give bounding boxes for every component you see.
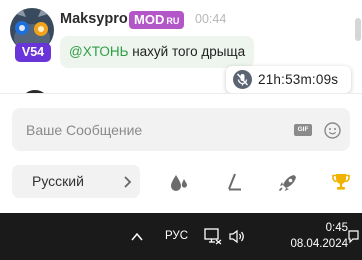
message-bubble: @ХТОНЬ нахуй того дрыща [60, 36, 255, 68]
chevron-up-icon[interactable] [130, 230, 144, 244]
language-select-label: Русский [32, 173, 84, 189]
mention-link[interactable]: @ХТОНЬ [69, 44, 128, 59]
volume-icon[interactable] [229, 229, 245, 244]
mute-timer: 21h:53m:09s [258, 72, 339, 87]
chat-scrollbar[interactable] [355, 18, 361, 41]
slash-icon[interactable] [222, 170, 246, 194]
network-icon[interactable] [204, 228, 222, 245]
rocket-icon[interactable] [276, 170, 300, 194]
mute-timer-pill: 21h:53m:09s [226, 66, 351, 93]
mod-badge-label: MOD [134, 12, 165, 27]
username[interactable]: Maksypro [60, 11, 128, 27]
screen: V54 Maksypro MOD RU 00:44 @ХТОНЬ нахуй то… [0, 0, 362, 260]
clock-time[interactable]: 0:45 [326, 222, 348, 234]
mod-badge: MOD RU [129, 11, 185, 29]
gif-button[interactable]: GIF [294, 124, 312, 136]
trophy-icon[interactable] [329, 170, 353, 194]
language-select[interactable]: Русский [12, 165, 140, 198]
taskbar: РУС 0:45 08.04.2024 [0, 213, 362, 260]
message-time: 00:44 [195, 12, 227, 26]
mic-off-icon [233, 70, 252, 89]
drops-icon[interactable] [167, 170, 191, 194]
mod-region-label: RU [166, 16, 180, 26]
input-panel: GIF Русский [0, 93, 362, 213]
notification-icon[interactable] [347, 230, 360, 244]
emoji-icon[interactable] [324, 122, 341, 139]
input-language-indicator[interactable]: РУС [165, 213, 188, 260]
clock-date[interactable]: 08.04.2024 [290, 238, 348, 250]
level-badge: V54 [15, 43, 51, 62]
message-text: нахуй того дрыща [128, 44, 246, 59]
chevron-right-icon [123, 175, 133, 189]
chat-area: V54 Maksypro MOD RU 00:44 @ХТОНЬ нахуй то… [0, 0, 362, 96]
